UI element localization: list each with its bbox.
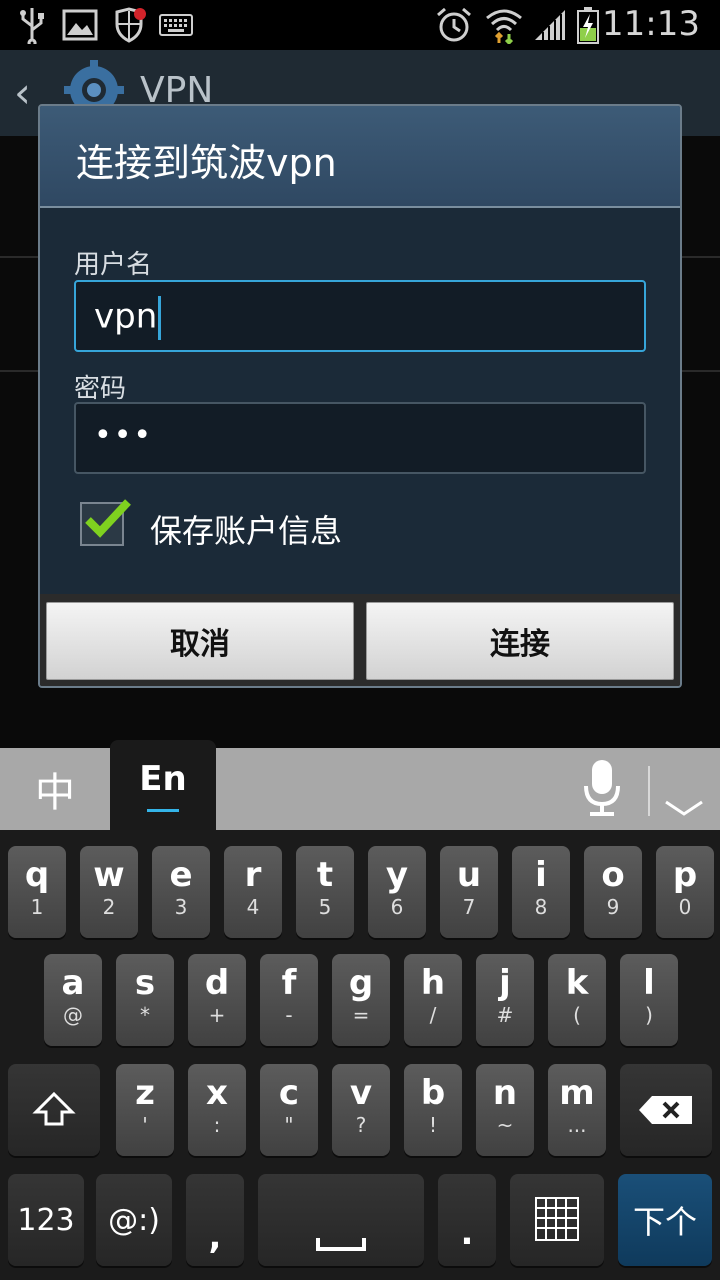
key-r[interactable]: r4 (224, 846, 282, 938)
key-q[interactable]: q1 (8, 846, 66, 938)
microphone-icon[interactable] (582, 758, 622, 820)
tab-english-label: En (139, 758, 187, 799)
space-key[interactable] (258, 1174, 424, 1266)
password-field[interactable]: ••• (74, 402, 646, 474)
signal-icon (532, 6, 568, 44)
image-icon (60, 6, 100, 44)
key-d[interactable]: d + (188, 954, 246, 1046)
toolbar-divider (648, 766, 650, 816)
keyboard-toolbar: 中 En (0, 740, 720, 830)
key-l[interactable]: l) (620, 954, 678, 1046)
tab-active-indicator (147, 808, 179, 812)
key-v[interactable]: v? (332, 1064, 390, 1156)
usb-icon (14, 6, 50, 44)
tab-chinese[interactable]: 中 (0, 748, 110, 830)
key-e[interactable]: e3 (152, 846, 210, 938)
key-p[interactable]: p0 (656, 846, 714, 938)
key-comma[interactable]: , (186, 1174, 244, 1266)
key-w[interactable]: w2 (80, 846, 138, 938)
username-field[interactable]: vpn (74, 280, 646, 352)
text-caret (158, 296, 162, 340)
key-a[interactable]: a @ (44, 954, 102, 1046)
chevron-down-icon[interactable] (664, 798, 704, 818)
shift-arrow-icon (32, 1091, 76, 1126)
username-value: vpn (94, 296, 158, 337)
key-m[interactable]: m... (548, 1064, 606, 1156)
key-z[interactable]: z ' (116, 1064, 174, 1156)
battery-icon (574, 6, 602, 44)
username-label: 用户名 (74, 250, 153, 280)
keyboard-icon (158, 6, 194, 44)
keyboard-grid-icon (535, 1197, 579, 1241)
key-u[interactable]: u7 (440, 846, 498, 938)
status-time: 11:13 (602, 4, 700, 44)
connect-button[interactable]: 连接 (366, 602, 674, 680)
dialog-title: 连接到筑波vpn (76, 141, 337, 185)
shift-key[interactable] (8, 1064, 100, 1156)
key-s[interactable]: s * (116, 954, 174, 1046)
key-x[interactable]: x: (188, 1064, 246, 1156)
key-123[interactable]: 123 (8, 1174, 84, 1266)
keyboard: q1 w2 e3 r4 t5 y6 u7 i8 o9 p0 a @ s * d + f… (0, 830, 720, 1280)
dialog-button-bar: 取消 连接 (40, 594, 680, 686)
space-bar-icon (316, 1238, 366, 1251)
key-y[interactable]: y6 (368, 846, 426, 938)
dialog-header: 连接到筑波vpn (40, 106, 680, 208)
backspace-key[interactable] (620, 1064, 712, 1156)
next-button[interactable]: 下个 (618, 1174, 712, 1266)
key-emoticon[interactable]: @:) (96, 1174, 172, 1266)
key-b[interactable]: b! (404, 1064, 462, 1156)
key-f[interactable]: f- (260, 954, 318, 1046)
checkmark-icon (85, 499, 131, 538)
key-i[interactable]: i8 (512, 846, 570, 938)
status-bar: 11:13 (0, 0, 720, 50)
vpn-connect-dialog: 连接到筑波vpn 用户名 vpn 密码 ••• 保存账户信息 取消 连接 (38, 104, 682, 688)
alarm-icon (434, 6, 474, 44)
key-h[interactable]: h / (404, 954, 462, 1046)
save-account-label[interactable]: 保存账户信息 (150, 506, 342, 552)
key-k[interactable]: k( (548, 954, 606, 1046)
key-g[interactable]: g = (332, 954, 390, 1046)
wifi-icon (484, 6, 524, 44)
key-c[interactable]: c " (260, 1064, 318, 1156)
back-arrow-icon[interactable]: ‹ (14, 68, 31, 117)
tab-english[interactable]: En (110, 740, 216, 830)
key-period[interactable]: . (438, 1174, 496, 1266)
shield-icon (112, 6, 148, 44)
key-j[interactable]: j # (476, 954, 534, 1046)
cancel-button[interactable]: 取消 (46, 602, 354, 680)
save-account-checkbox[interactable] (80, 499, 131, 546)
key-n[interactable]: n ~ (476, 1064, 534, 1156)
key-o[interactable]: o9 (584, 846, 642, 938)
password-value: ••• (94, 418, 154, 453)
key-t[interactable]: t5 (296, 846, 354, 938)
password-label: 密码 (74, 374, 127, 404)
backspace-icon (639, 1096, 692, 1124)
keyboard-layout-key[interactable] (510, 1174, 604, 1266)
